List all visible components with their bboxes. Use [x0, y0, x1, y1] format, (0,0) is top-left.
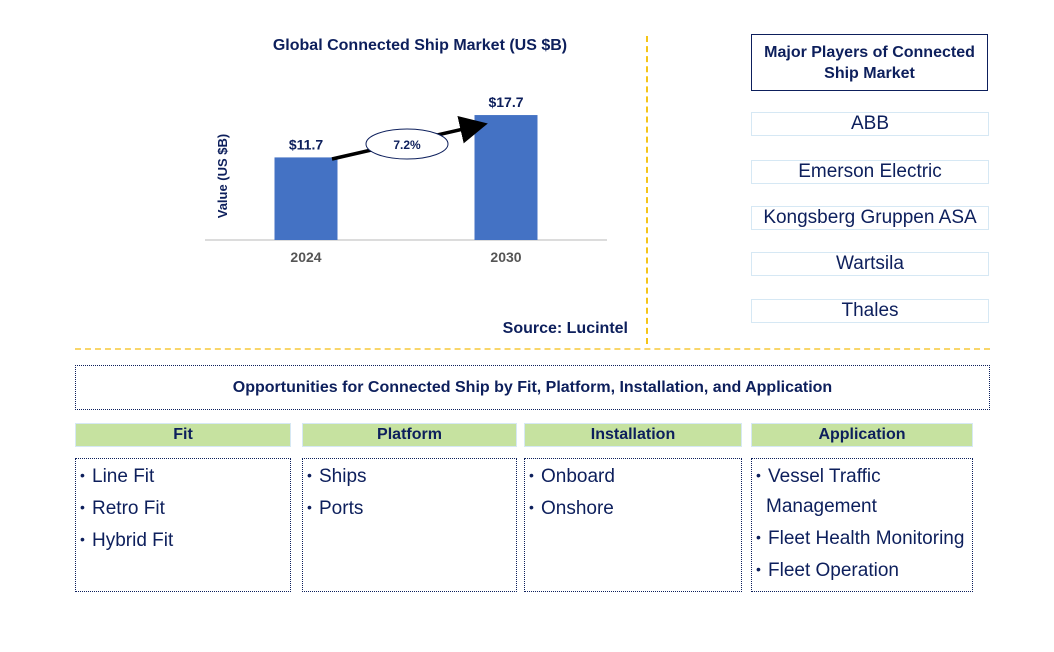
list-item: • Retro Fit — [80, 498, 165, 519]
data-label: $17.7 — [488, 94, 523, 110]
list-item: • Ports — [307, 498, 364, 519]
x-tick-label: 2030 — [490, 249, 521, 265]
category-box-fit: • Line Fit • Retro Fit • Hybrid Fit — [75, 458, 291, 592]
category-header-platform: Platform — [302, 423, 517, 447]
list-item: • Line Fit — [80, 466, 155, 487]
vertical-divider — [646, 36, 648, 344]
players-title: Major Players of Connected Ship Market — [751, 34, 988, 91]
list-item: • Onboard — [529, 466, 615, 487]
chart-source: Source: Lucintel — [502, 320, 628, 337]
player-item: Thales — [751, 299, 989, 323]
list-item: • Hybrid Fit — [80, 530, 174, 551]
list-item: • Onshore — [529, 498, 614, 519]
data-label: $11.7 — [289, 136, 323, 152]
x-tick-label: 2024 — [290, 249, 321, 265]
chart-title: Global Connected Ship Market (US $B) — [272, 37, 568, 54]
bar-2030 — [474, 115, 538, 240]
category-header-fit: Fit — [75, 423, 291, 447]
player-item: ABB — [751, 112, 989, 136]
opportunities-title: Opportunities for Connected Ship by Fit,… — [75, 365, 990, 410]
y-axis-label: Value (US $B) — [215, 134, 230, 219]
category-box-platform: • Ships • Ports — [302, 458, 517, 592]
horizontal-divider — [75, 348, 990, 350]
category-box-application: • Vessel Traffic Management • Fleet Health… — [751, 458, 973, 592]
list-item: • Fleet Operation — [756, 560, 899, 581]
cagr-label: 7.2% — [393, 138, 421, 152]
list-item: • Ships — [307, 466, 367, 487]
category-box-installation: • Onboard • Onshore — [524, 458, 742, 592]
player-item: Emerson Electric — [751, 160, 989, 184]
list-item-continuation: Management — [766, 496, 877, 517]
bar-2024 — [274, 157, 338, 240]
list-item: • Vessel Traffic — [756, 466, 881, 487]
category-header-installation: Installation — [524, 423, 742, 447]
category-header-application: Application — [751, 423, 973, 447]
player-item: Kongsberg Gruppen ASA — [751, 206, 989, 230]
list-item: • Fleet Health Monitoring — [756, 528, 965, 549]
player-item: Wartsila — [751, 252, 989, 276]
bar-chart: Value (US $B) $11.7 2024 $17.7 2030 7.2% — [205, 94, 607, 265]
